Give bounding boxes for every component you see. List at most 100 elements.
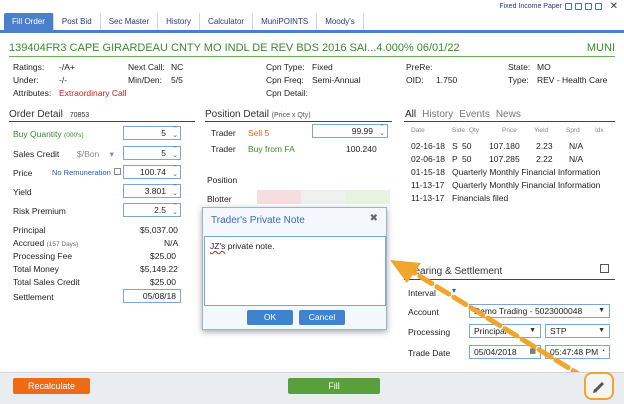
stepper-icon[interactable]: ⌃ ⌄ [172,184,178,197]
stepper-icon[interactable]: ⌃ ⌄ [172,165,178,178]
price-input[interactable]: 100.74 ⌃ ⌄ [123,165,181,179]
col-qty: Qty [469,127,480,134]
tab-history[interactable]: History [158,13,201,30]
clock-icon[interactable]: ◔ [601,346,605,358]
cancel-button[interactable]: Cancel [299,310,345,325]
principal-label: Principal [13,225,46,235]
event-text: Quarterly Monthly Financial Information [452,180,601,190]
buy-quantity-input[interactable]: 5 ⌃ ⌄ [123,126,181,140]
stepper-icon[interactable]: ⌃ ⌄ [172,146,178,159]
stepper-icon[interactable]: ⌃ ⌄ [172,203,178,216]
history-row-qty: 50 [462,154,472,164]
dialog-title: Trader's Private Note [211,215,305,226]
tab-munipoints[interactable]: MuniPOINTS [253,13,318,30]
event-date: 11-13-17 [411,180,445,190]
note-text-initials: JZ's [210,241,226,251]
order-divider [9,121,195,122]
tab-sec-master[interactable]: Sec Master [101,13,159,30]
trader-label-2: Trader [211,144,236,154]
principal-value: $5,037.00 [140,225,178,235]
state-label: State: [508,62,531,72]
security-type: MUNI [586,42,615,54]
event-text: Financials filed [452,193,509,203]
tab-moodys[interactable]: Moody's [317,13,364,30]
tab-events[interactable]: Events [459,109,490,120]
recalculate-button[interactable]: Recalculate [13,378,90,394]
buy-quantity-label: Buy Quantity (000's) [13,129,84,139]
state-value: MO [537,62,551,72]
risk-premium-input[interactable]: 2.5 ⌃ ⌄ [123,203,181,217]
history-row-yield: 2.22 [536,154,553,164]
stepper-icon[interactable]: ⌃ ⌄ [172,126,178,139]
blotter-cell [301,190,345,204]
close-icon[interactable]: ✕ [610,1,618,12]
edit-note-button[interactable] [584,372,614,400]
stepper-icon[interactable]: ⌃ ⌄ [379,124,385,137]
settlement-input[interactable]: 05/08/18 [123,289,181,303]
ok-button[interactable]: OK [247,310,293,325]
total-sales-credit-value: $25.00 [150,277,176,287]
tab-news[interactable]: News [496,109,521,120]
trader-action-buy: Buy from FA [248,144,295,154]
fill-button[interactable]: Fill [288,378,380,394]
next-call-label: Next Call: [128,62,165,72]
ratings-label: Ratings: [13,62,45,72]
history-row-side: P [452,154,458,164]
event-text: Quarterly Monthly Financial Information [452,167,601,177]
chevron-down-icon: ▾ [109,149,114,159]
history-row-side: S [452,141,458,151]
header-right: Fixed Income Paper [499,3,602,10]
yield-input[interactable]: 3.801 ⌃ ⌄ [123,184,181,198]
history-row-qty: 50 [462,141,472,151]
tab-post-bid[interactable]: Post Bid [54,13,101,30]
under-value: -/- [59,75,68,85]
processing-fee-label: Processing Fee [13,251,73,261]
settings-icon[interactable] [585,3,592,10]
note-textarea[interactable]: JZ's private note. [204,236,386,306]
tab-all[interactable]: All [405,109,416,120]
risk-premium-value: 2.5 [154,205,166,215]
order-detail-label: Order Detail [9,109,63,120]
history-row-sprd: N/A [569,154,584,164]
sales-credit-unit[interactable]: $/Bon ▾ [77,149,114,160]
price-label: Price [13,168,33,178]
window-icon[interactable] [565,3,572,10]
pencil-icon [593,381,605,393]
security-description: 139404FR3 CAPE GIRARDEAU CNTY MO INDL DE… [9,42,460,54]
attributes-value: Extraordinary Call [59,88,127,98]
sales-credit-input[interactable]: 5 ⌃ ⌄ [123,146,181,160]
security-title: 139404FR3 CAPE GIRARDEAU CNTY MO INDL DE… [9,42,615,54]
close-icon[interactable]: ✖ [370,213,378,224]
no-remuneration-link[interactable]: No Remuneration [52,168,111,177]
trader-price-value: 99.99 [351,126,373,136]
buy-quantity-unit: (000's) [64,132,84,139]
col-yield: Yield [534,127,549,134]
trader-price-input[interactable]: 99.99 ⌃ ⌄ [312,124,388,138]
title-divider [9,56,615,57]
external-link-icon[interactable] [600,264,609,273]
history-row-date: 02-16-18 [411,141,446,151]
yield-label: Yield [13,187,32,197]
order-account: 70853 [69,112,90,119]
print-icon[interactable] [595,3,602,10]
event-date: 01-15-18 [411,167,446,177]
type-value: REV - Health Care [537,75,608,85]
position-detail-title: Position Detail (Price x Qty) [205,109,311,120]
no-remuneration-checkbox[interactable] [114,168,121,175]
save-icon[interactable] [575,3,582,10]
trader-label-1: Trader [211,128,236,138]
cpn-detail-label: Cpn Detail: [266,88,309,98]
next-call-value: NC [171,62,184,72]
cpn-freq-label: Cpn Freq: [266,75,304,85]
tab-calculator[interactable]: Calculator [200,13,254,30]
total-sales-credit-label: Total Sales Credit [13,277,80,287]
total-money-label: Total Money [13,264,59,274]
order-detail-title: Order Detail 70853 [9,109,89,120]
tab-history-list[interactable]: History [422,109,453,120]
sales-credit-label: Sales Credit [13,149,60,159]
oid-value: 1.750 [436,75,458,85]
header-right-label: Fixed Income Paper [499,3,562,10]
tab-fill-order[interactable]: Fill Order [4,13,54,30]
type-label: Type: [508,75,529,85]
sales-credit-unit-text: $/Bon [77,149,100,159]
